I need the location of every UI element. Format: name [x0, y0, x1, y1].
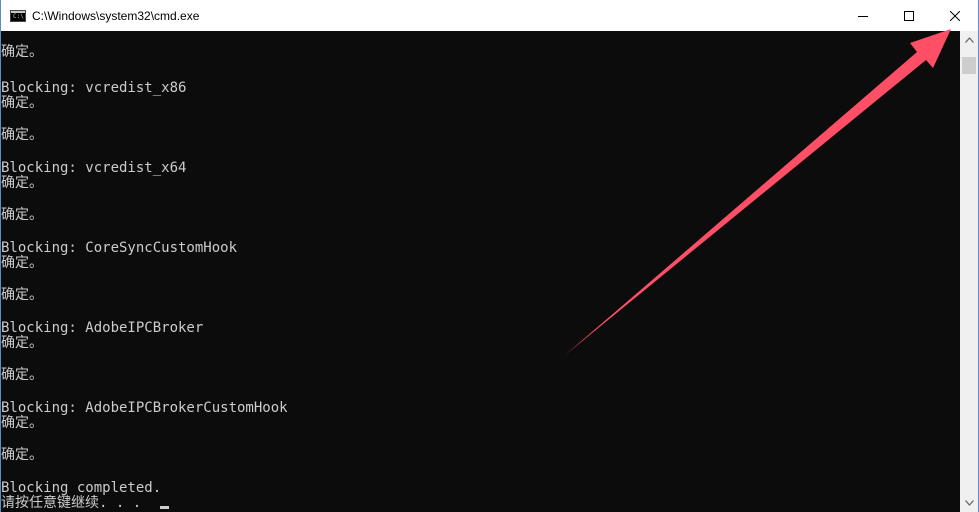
- minimize-button[interactable]: [840, 0, 886, 31]
- scrollbar-thumb[interactable]: [962, 57, 976, 74]
- scroll-down-arrow-icon: [964, 500, 974, 506]
- scroll-up-arrow-icon: [964, 37, 974, 43]
- console-line: 确定。: [1, 335, 43, 351]
- maximize-button[interactable]: [886, 0, 932, 31]
- minimize-icon: [858, 15, 868, 17]
- console-line: 确定。: [1, 175, 43, 191]
- console-output[interactable]: 确定。 Blocking: vcredist_x86 确定。 确定。 Block…: [1, 31, 960, 512]
- console-line: 确定。: [1, 415, 43, 431]
- window-title: C:\Windows\system32\cmd.exe: [32, 8, 200, 23]
- console-line: Blocking: vcredist_x64: [1, 160, 187, 176]
- vertical-scrollbar[interactable]: [960, 31, 978, 512]
- text-cursor: [160, 506, 169, 509]
- console-line: 确定。: [1, 447, 43, 463]
- cmd-app-icon[interactable]: C:\: [10, 9, 26, 22]
- console-line: 确定。: [1, 207, 43, 223]
- scroll-up-button[interactable]: [960, 31, 978, 49]
- console-line: 请按任意键继续. . .: [1, 495, 142, 511]
- console-line: Blocking: vcredist_x86: [1, 80, 187, 96]
- title-bar[interactable]: C:\ C:\Windows\system32\cmd.exe: [1, 0, 978, 31]
- close-icon: [950, 10, 960, 21]
- console-line: Blocking: AdobeIPCBrokerCustomHook: [1, 400, 288, 416]
- console-line: Blocking completed.: [1, 480, 162, 496]
- maximize-icon: [904, 10, 914, 21]
- console-line: Blocking: AdobeIPCBroker: [1, 320, 204, 336]
- console-line: 确定。: [1, 44, 43, 60]
- cmd-window: C:\ C:\Windows\system32\cmd.exe 确定。 Bloc…: [0, 0, 979, 512]
- close-button[interactable]: [932, 0, 978, 31]
- console-line: 确定。: [1, 255, 43, 271]
- console-line: 确定。: [1, 367, 43, 383]
- console-line: 确定。: [1, 127, 43, 143]
- scroll-down-button[interactable]: [960, 494, 978, 512]
- console-line: 确定。: [1, 95, 43, 111]
- app-icon-text: C:\: [13, 12, 24, 20]
- console-line: 确定。: [1, 287, 43, 303]
- console-line: Blocking: CoreSyncCustomHook: [1, 240, 238, 256]
